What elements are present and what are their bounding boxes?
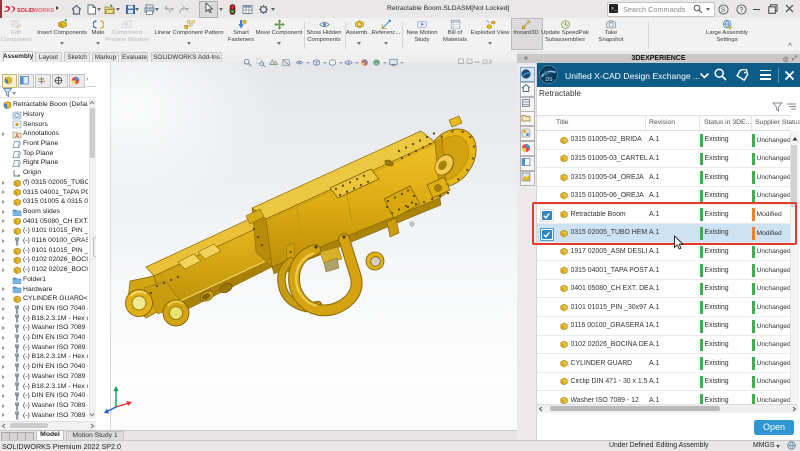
svg-text:DS: DS xyxy=(546,77,554,83)
svg-text:SOLID: SOLID xyxy=(17,8,34,14)
svg-text:S: S xyxy=(721,7,726,14)
svg-text:?: ? xyxy=(739,7,743,14)
svg-text:WORKS: WORKS xyxy=(33,8,54,14)
svg-text:A: A xyxy=(15,134,19,139)
